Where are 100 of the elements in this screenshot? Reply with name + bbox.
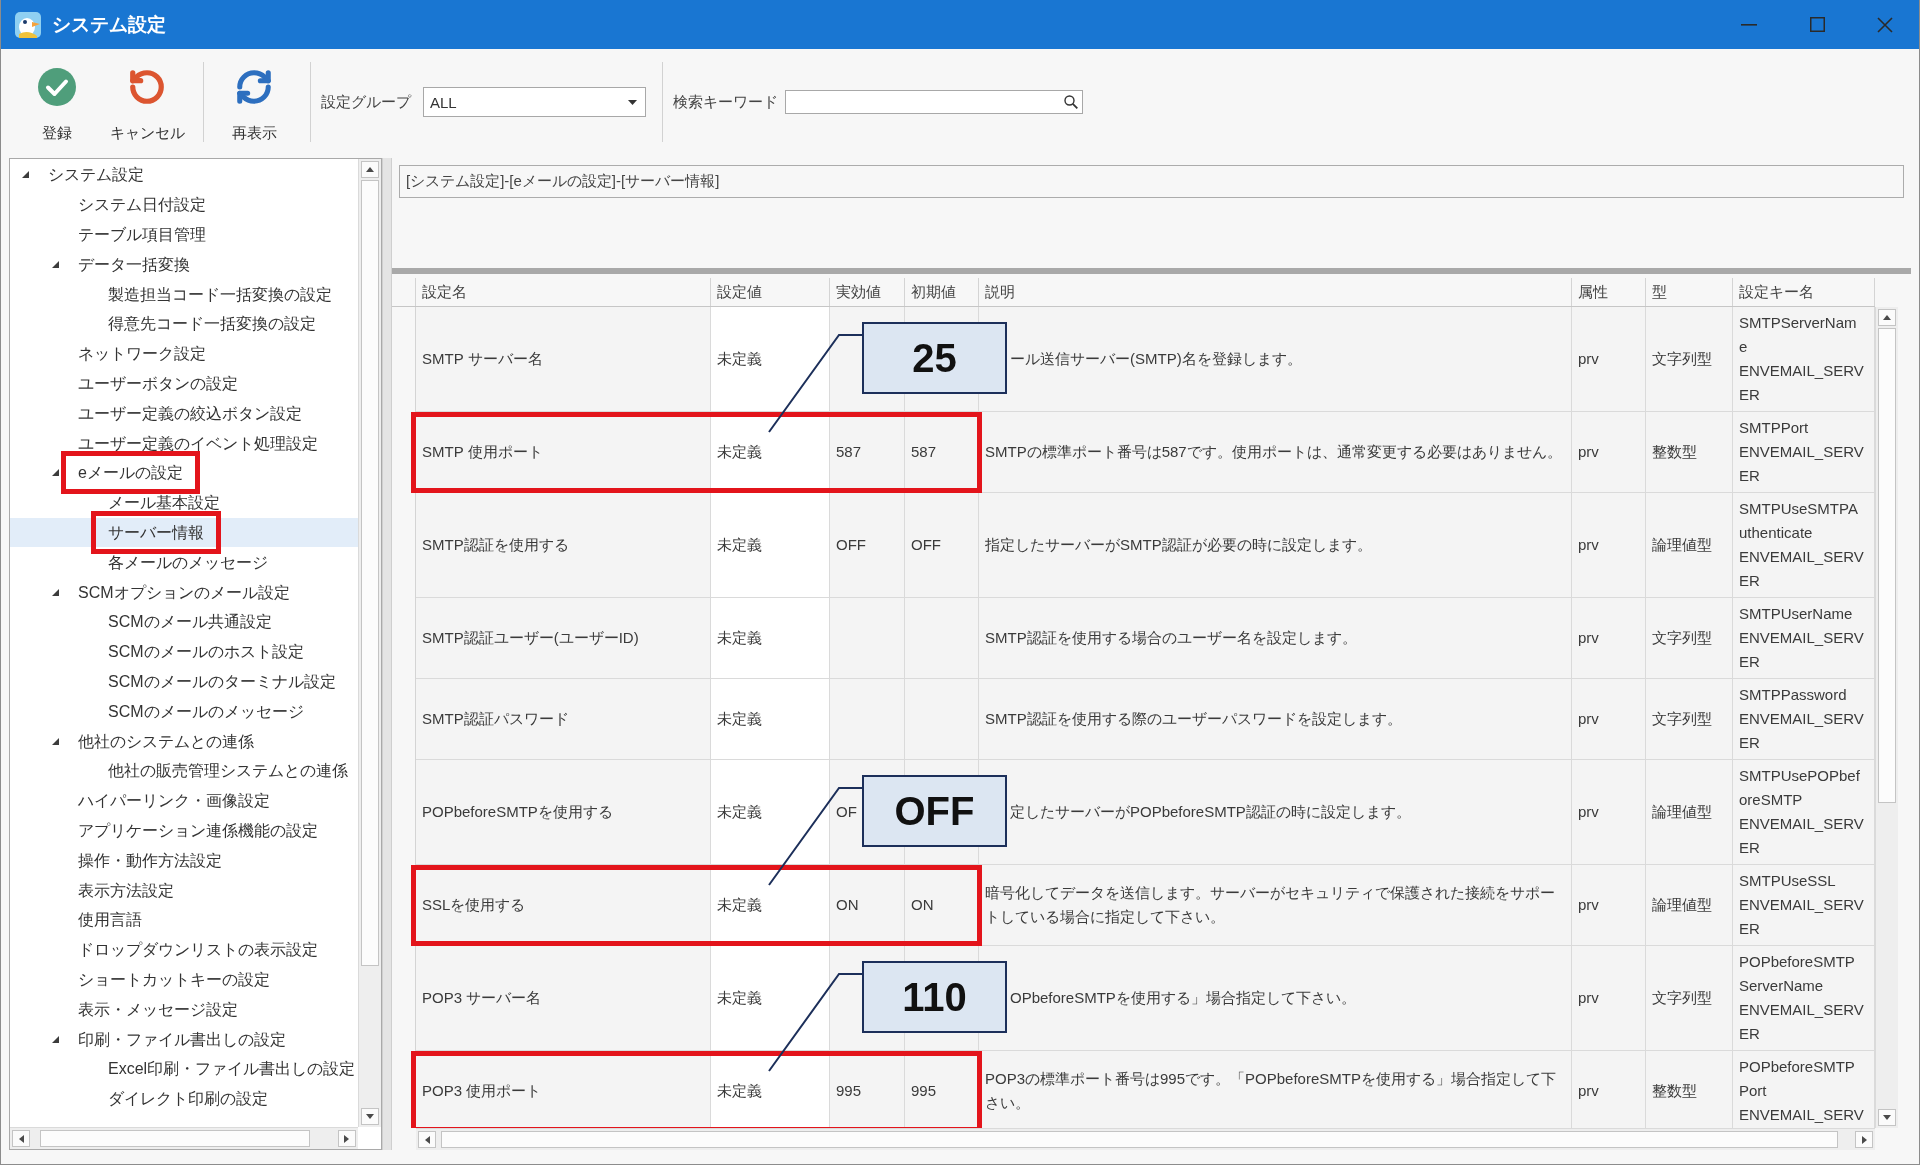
horizontal-scrollbar[interactable] (10, 1127, 358, 1149)
caret-icon (628, 99, 637, 105)
expanded-arrow-icon[interactable] (52, 737, 59, 745)
refresh-button[interactable]: 再表示 (214, 56, 294, 148)
callout: 110 (862, 961, 1007, 1033)
table-cell: 未定義 (711, 760, 830, 865)
tree-item[interactable]: ドロップダウンリストの表示設定 (10, 934, 358, 965)
tree-item[interactable]: ネットワーク設定 (10, 338, 358, 369)
tree-item[interactable]: 各メールのメッセージ (10, 547, 358, 578)
table-cell: prv (1572, 760, 1646, 865)
table-cell: prv (1572, 679, 1646, 760)
tree-item[interactable]: 他社の販売管理システムとの連係 (10, 755, 358, 786)
table-cell: 文字列型 (1646, 307, 1733, 412)
column-header[interactable]: 設定名 (416, 278, 711, 306)
column-header[interactable]: 型 (1646, 278, 1733, 306)
scroll-right-button[interactable] (1855, 1131, 1873, 1148)
tree-item[interactable]: 表示・メッセージ設定 (10, 994, 358, 1025)
search-field[interactable] (785, 90, 1083, 114)
tree-item[interactable]: 使用言語 (10, 904, 358, 935)
group-dropdown[interactable]: ALL (423, 87, 646, 117)
expanded-arrow-icon[interactable] (52, 469, 59, 477)
tree-item[interactable]: メール基本設定 (10, 487, 358, 518)
tree-item[interactable]: テーブル項目管理 (10, 219, 358, 250)
up-arrow-icon (1883, 315, 1891, 320)
tree-item[interactable]: システム日付設定 (10, 189, 358, 220)
table-cell: 指定したサーバーがSMTP認証が必要の時に設定します。 (979, 493, 1572, 598)
expanded-arrow-icon[interactable] (52, 260, 59, 268)
table-cell: POP3 サーバー名 (416, 946, 711, 1051)
cancel-button[interactable]: キャンセル (107, 56, 187, 148)
tree-item[interactable]: SCMのメールのターミナル設定 (10, 666, 358, 697)
tree-item[interactable]: SCMのメールのホスト設定 (10, 636, 358, 667)
tree-item[interactable]: ユーザー定義のイベント処理設定 (10, 428, 358, 458)
table-cell: POPbeforeSMTPServerName ENVEMAIL_SERVER (1733, 946, 1875, 1051)
minimize-icon[interactable] (1741, 23, 1757, 26)
table-cell: SMTP認証パスワード (416, 679, 711, 760)
table-cell: 定したサーバーがPOPbeforeSMTP認証の時に設定します。 (979, 760, 1572, 865)
tree-item[interactable]: ハイパーリンク・画像設定 (10, 785, 358, 816)
right-arrow-icon (344, 1134, 350, 1143)
left-arrow-icon (424, 1135, 430, 1144)
group-label: 設定グループ (321, 92, 411, 112)
table-cell: 論理値型 (1646, 760, 1733, 865)
column-header[interactable]: 属性 (1572, 278, 1646, 306)
scrollbar-thumb[interactable] (441, 1131, 1839, 1148)
scroll-up-button[interactable] (361, 161, 379, 178)
column-header[interactable]: 実効値 (830, 278, 905, 306)
tree-item[interactable]: アプリケーション連係機能の設定 (10, 815, 358, 846)
tree-item[interactable]: 得意先コード一括変換の設定 (10, 309, 358, 339)
maximize-icon[interactable] (1809, 17, 1825, 32)
table-cell: SMTPServerName ENVEMAIL_SERVER (1733, 307, 1875, 412)
table-cell: SMTPの標準ポート番号は587です。使用ポートは、通常変更する必要はありません。 (979, 412, 1572, 493)
left-arrow-icon (18, 1134, 24, 1143)
tree-item[interactable]: 操作・動作方法設定 (10, 845, 358, 876)
tree-item[interactable]: システム設定 (10, 160, 358, 190)
scrollbar-thumb[interactable] (361, 180, 379, 966)
vertical-scrollbar[interactable] (358, 159, 381, 1127)
tree-item[interactable]: 他社のシステムとの連係 (10, 726, 358, 756)
tree-item[interactable]: ユーザー定義の絞込ボタン設定 (10, 398, 358, 429)
table-cell: 未定義 (711, 493, 830, 598)
tree-item[interactable]: ユーザーボタンの設定 (10, 368, 358, 399)
column-header[interactable]: 初期値 (905, 278, 979, 306)
tree-item[interactable]: SCMオプションのメール設定 (10, 577, 358, 607)
scroll-down-button[interactable] (361, 1108, 379, 1125)
tree-item[interactable]: 印刷・ファイル書出しの設定 (10, 1024, 358, 1054)
tree-item[interactable]: 製造担当コード一括変換の設定 (10, 279, 358, 309)
save-button[interactable]: 登録 (17, 56, 97, 148)
table-cell: SMTPUserName ENVEMAIL_SERVER (1733, 598, 1875, 679)
tree-item[interactable]: eメールの設定 (10, 457, 358, 488)
expanded-arrow-icon[interactable] (52, 588, 59, 596)
expanded-arrow-icon[interactable] (52, 1035, 59, 1043)
vertical-scrollbar[interactable] (1875, 307, 1898, 1128)
column-header[interactable]: 設定値 (711, 278, 830, 306)
scroll-left-button[interactable] (418, 1131, 436, 1148)
tree-item[interactable]: Excel印刷・ファイル書出しの設定 (10, 1053, 358, 1084)
table-cell: SMTPPort ENVEMAIL_SERVER (1733, 412, 1875, 493)
scroll-up-button[interactable] (1878, 309, 1896, 326)
table-cell: SMTP認証ユーザー(ユーザーID) (416, 598, 711, 679)
tree-item[interactable]: SCMのメール共通設定 (10, 606, 358, 637)
search-label: 検索キーワード (673, 92, 778, 112)
scroll-down-button[interactable] (1878, 1109, 1896, 1126)
expanded-arrow-icon[interactable] (22, 171, 29, 179)
tree-item[interactable]: データ一括変換 (10, 249, 358, 280)
column-header[interactable]: 設定キー名 (1733, 278, 1875, 306)
scrollbar-thumb[interactable] (39, 1130, 311, 1147)
tree-item[interactable]: SCMのメールのメッセージ (10, 696, 358, 727)
column-header[interactable]: 説明 (979, 278, 1572, 306)
table-cell: 文字列型 (1646, 679, 1733, 760)
horizontal-scrollbar[interactable] (416, 1128, 1875, 1150)
table-cell: 整数型 (1646, 412, 1733, 493)
table-cell: POPbeforeSMTPを使用する (416, 760, 711, 865)
tree-item[interactable]: 表示方法設定 (10, 875, 358, 905)
tree-item[interactable]: ダイレクト印刷の設定 (10, 1083, 358, 1114)
table-cell: 未定義 (711, 679, 830, 760)
table-cell: 未定義 (711, 307, 830, 412)
close-icon[interactable] (1877, 16, 1893, 33)
tree-item[interactable]: ショートカットキーの設定 (10, 964, 358, 995)
scrollbar-thumb[interactable] (1878, 328, 1896, 803)
scroll-left-button[interactable] (12, 1130, 30, 1147)
table-cell: SMTPUsePOPbeforeSMTP ENVEMAIL_SERVER (1733, 760, 1875, 865)
scroll-right-button[interactable] (338, 1130, 356, 1147)
table-cell: SMTPUseSSL ENVEMAIL_SERVER (1733, 865, 1875, 946)
